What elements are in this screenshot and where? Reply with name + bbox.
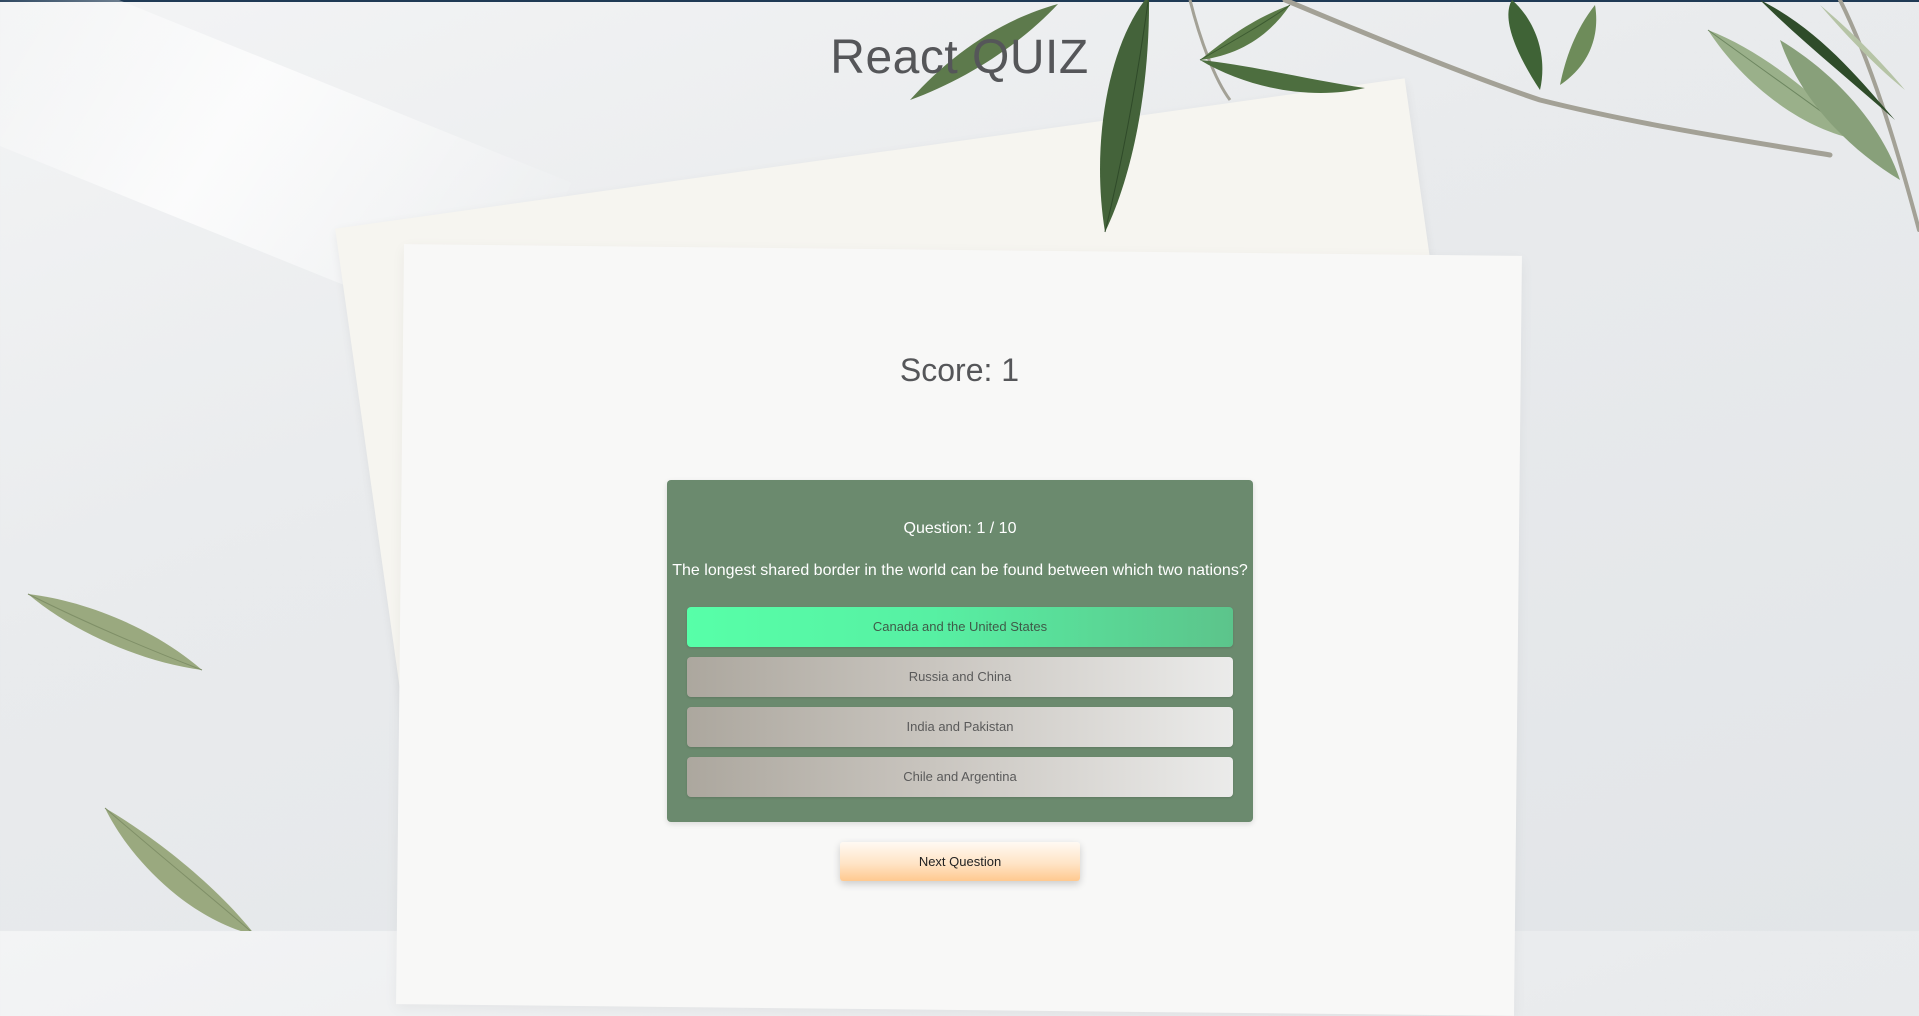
next-question-button[interactable]: Next Question — [840, 842, 1080, 881]
question-counter: Question: 1 / 10 — [903, 520, 1017, 537]
answer-option-correct[interactable]: Canada and the United States — [687, 607, 1233, 647]
question-text: The longest shared border in the world c… — [672, 562, 1248, 579]
question-card: Question: 1 / 10 The longest shared bord… — [667, 480, 1253, 822]
answer-option[interactable]: India and Pakistan — [687, 707, 1233, 747]
top-border — [0, 0, 1919, 2]
score-display: Score: 1 — [899, 352, 1020, 388]
app-title: React QUIZ — [830, 31, 1089, 84]
answer-option[interactable]: Chile and Argentina — [687, 757, 1233, 797]
leaf-left-middle — [27, 593, 203, 671]
leaf-left-bottom — [104, 807, 252, 931]
answer-option[interactable]: Russia and China — [687, 657, 1233, 697]
